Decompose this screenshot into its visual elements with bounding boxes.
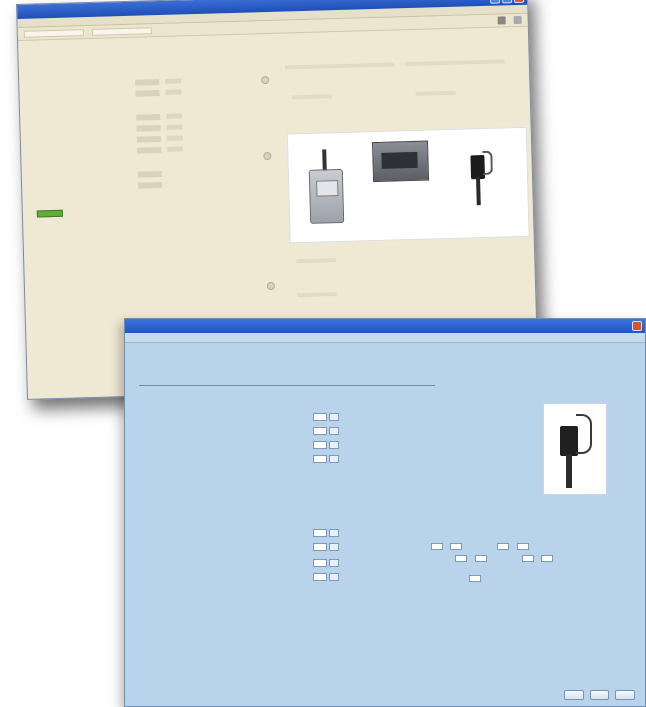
front-window-titlebar[interactable]	[125, 319, 645, 333]
antenna-shape	[322, 149, 327, 172]
close-icon[interactable]	[513, 0, 525, 4]
sensor-stem-shape	[566, 454, 572, 488]
divider	[296, 258, 337, 264]
value-field[interactable]	[136, 135, 161, 143]
unit-label	[165, 89, 182, 95]
display-panel-shape	[371, 140, 430, 183]
param-spinner[interactable]	[329, 559, 339, 567]
param-row	[163, 453, 361, 465]
toolbar-icon[interactable]	[497, 16, 506, 25]
param-spinner[interactable]	[329, 529, 339, 537]
unit-label	[167, 146, 184, 152]
param-row	[163, 439, 361, 451]
param-row	[163, 527, 361, 539]
range-input[interactable]	[497, 543, 510, 550]
value-field[interactable]	[137, 146, 162, 154]
tab-item[interactable]	[131, 334, 133, 340]
divider	[297, 292, 338, 298]
value-field[interactable]	[135, 78, 160, 86]
menu-item[interactable]	[42, 19, 49, 25]
unit-label	[166, 135, 183, 141]
param-input[interactable]	[313, 529, 327, 537]
param-input[interactable]	[313, 543, 327, 551]
divider	[284, 62, 395, 70]
unit-label	[166, 124, 183, 130]
range-group	[455, 555, 559, 562]
dialog-button[interactable]	[564, 690, 584, 700]
dialog-subheading	[139, 375, 435, 386]
range-input[interactable]	[521, 555, 534, 562]
param-spinner[interactable]	[329, 455, 339, 463]
foreground-dialog-window	[124, 318, 646, 707]
option-input[interactable]	[468, 575, 481, 582]
param-spinner[interactable]	[329, 413, 339, 421]
menu-item[interactable]	[79, 18, 86, 24]
value-field[interactable]	[136, 124, 161, 132]
param-input[interactable]	[313, 413, 327, 421]
dialog-button[interactable]	[589, 690, 610, 700]
range-input[interactable]	[450, 543, 463, 550]
close-icon[interactable]	[632, 321, 642, 331]
param-row	[163, 541, 361, 553]
back-preview-panel	[254, 29, 535, 366]
param-row	[163, 411, 361, 423]
tab-strip	[125, 333, 645, 343]
sensor-hook-shape	[576, 414, 592, 454]
expand-circle-icon[interactable]	[261, 75, 270, 85]
sensor-bracket-shape	[482, 150, 493, 176]
param-input[interactable]	[313, 573, 327, 581]
value-field[interactable]	[135, 89, 160, 97]
range-input[interactable]	[430, 543, 443, 550]
param-input[interactable]	[313, 427, 327, 435]
menu-item[interactable]	[97, 18, 104, 24]
range-input[interactable]	[516, 543, 529, 550]
expand-circle-icon[interactable]	[263, 151, 272, 161]
param-spinner[interactable]	[329, 427, 339, 435]
toolbar-icon[interactable]	[513, 15, 522, 25]
param-row	[163, 425, 361, 437]
param-spinner[interactable]	[329, 573, 339, 581]
section-header	[26, 194, 240, 207]
unit-label	[165, 78, 182, 84]
param-row	[163, 571, 361, 583]
param-row	[163, 557, 361, 569]
divider	[415, 90, 456, 96]
expand-circle-icon[interactable]	[266, 281, 276, 291]
menu-item[interactable]	[23, 20, 30, 26]
divider	[291, 94, 332, 100]
range-group	[401, 543, 535, 550]
range-input[interactable]	[541, 555, 554, 562]
maximize-icon[interactable]	[501, 0, 513, 4]
divider	[404, 59, 505, 67]
status-ok-button[interactable]	[36, 209, 63, 218]
extra-option-row	[401, 575, 487, 582]
param-spinner[interactable]	[329, 441, 339, 449]
menu-item[interactable]	[60, 19, 67, 25]
toolbar-field[interactable]	[91, 26, 152, 36]
sensor-product-image	[543, 403, 607, 495]
param-input[interactable]	[313, 455, 327, 463]
dialog-button[interactable]	[615, 690, 635, 700]
minimize-icon[interactable]	[489, 0, 501, 4]
range-input[interactable]	[455, 555, 467, 562]
range-input[interactable]	[474, 555, 487, 562]
unit-label	[166, 113, 183, 119]
transmitter-box-shape	[308, 168, 345, 224]
value-field[interactable]	[136, 113, 161, 121]
toolbar-field[interactable]	[23, 28, 84, 38]
sensor-stem-shape	[476, 177, 481, 206]
param-spinner[interactable]	[329, 543, 339, 551]
value-field[interactable]	[137, 170, 162, 178]
param-input[interactable]	[313, 559, 327, 567]
device-product-image	[286, 126, 530, 244]
dialog-button-bar	[564, 690, 635, 700]
value-field[interactable]	[138, 181, 163, 189]
param-input[interactable]	[313, 441, 327, 449]
